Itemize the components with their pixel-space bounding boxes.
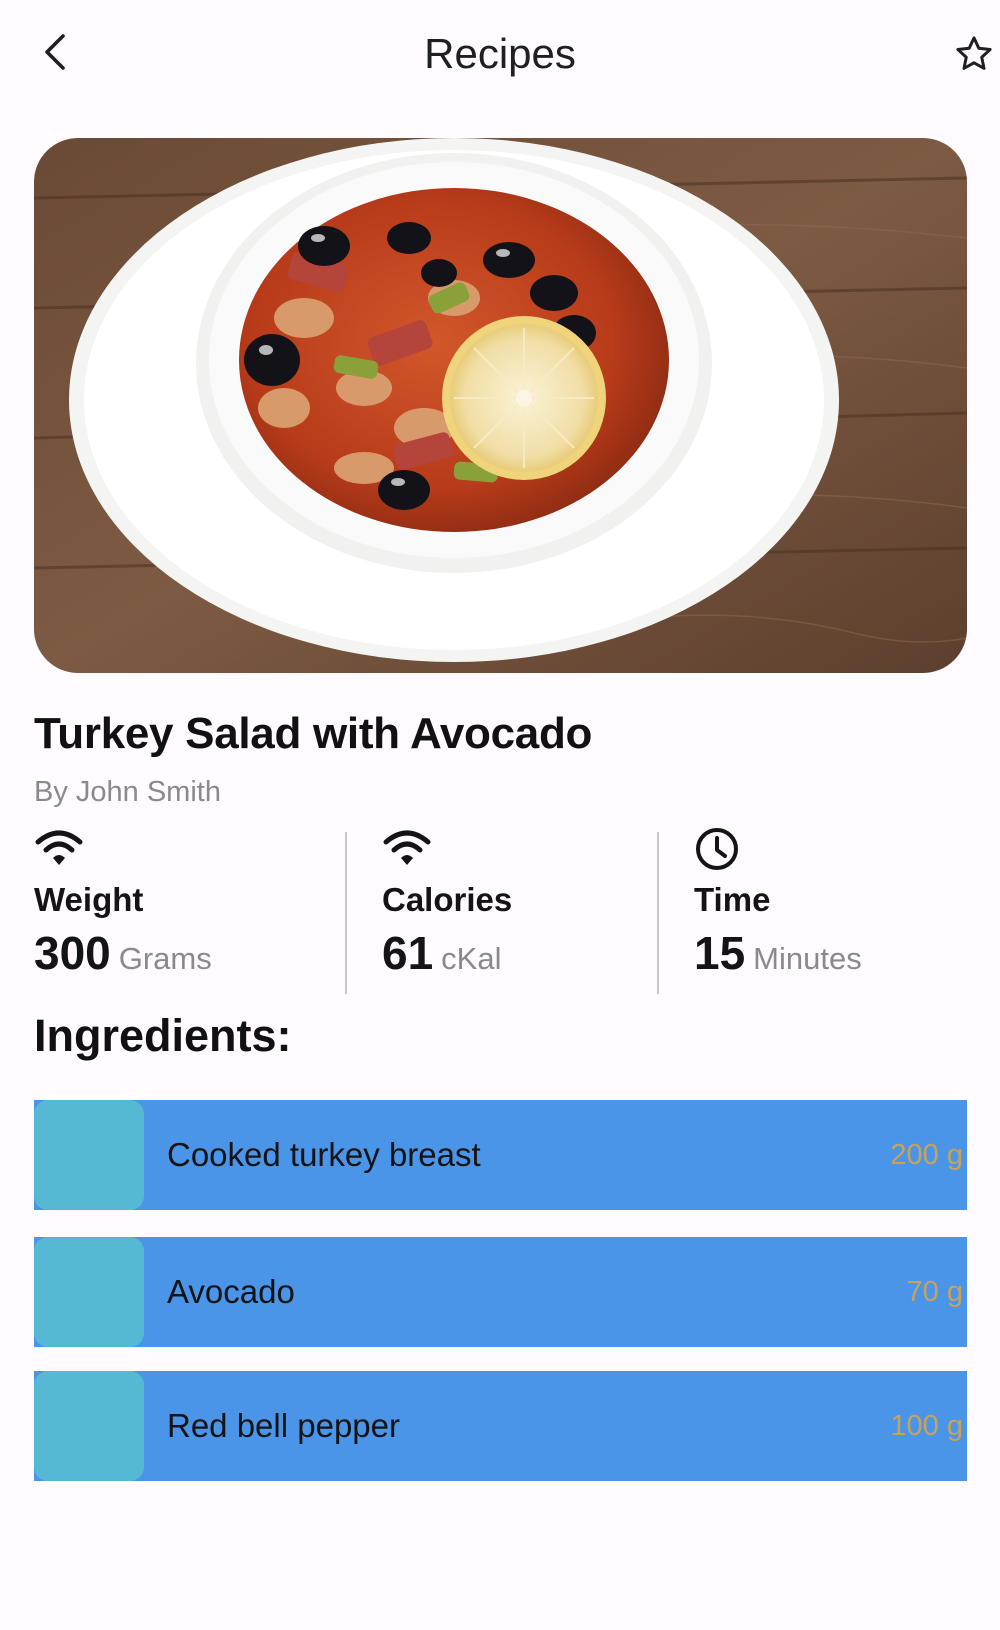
stat-calories: Calories 61 cKal bbox=[382, 826, 652, 994]
stat-value: 15 bbox=[694, 927, 746, 979]
recipe-photo bbox=[34, 138, 967, 673]
ingredient-quantity: 100 g bbox=[890, 1410, 963, 1442]
stat-label: Calories bbox=[382, 881, 513, 918]
stat-unit: cKal bbox=[441, 941, 502, 976]
ingredient-quantity: 200 g bbox=[890, 1139, 963, 1171]
stat-divider bbox=[657, 832, 659, 994]
page-title: Recipes bbox=[424, 30, 576, 77]
ingredient-thumbnail bbox=[34, 1100, 144, 1210]
ingredient-name: Avocado bbox=[167, 1273, 295, 1310]
ingredients-heading: Ingredients: bbox=[34, 1010, 292, 1061]
ingredient-name: Red bell pepper bbox=[167, 1407, 400, 1444]
ingredient-item[interactable]: Red bell pepper 100 g bbox=[34, 1371, 967, 1481]
ingredient-item[interactable]: Avocado 70 g bbox=[34, 1237, 967, 1347]
ingredient-quantity: 70 g bbox=[906, 1276, 963, 1308]
stat-time: Time 15 Minutes bbox=[694, 826, 964, 994]
recipe-author: By John Smith bbox=[34, 776, 221, 808]
clock-icon bbox=[696, 828, 738, 870]
ingredient-name: Cooked turkey breast bbox=[167, 1136, 481, 1173]
stat-label: Weight bbox=[34, 881, 144, 918]
top-app-bar: Recipes bbox=[0, 0, 1000, 110]
stat-value: 61 bbox=[382, 927, 434, 979]
star-outline-icon bbox=[956, 36, 992, 70]
stat-unit: Grams bbox=[118, 941, 212, 976]
stat-value: 300 bbox=[34, 927, 111, 979]
stat-unit: Minutes bbox=[753, 941, 862, 976]
ingredient-item[interactable]: Cooked turkey breast 200 g bbox=[34, 1100, 967, 1210]
ingredient-thumbnail bbox=[34, 1371, 144, 1481]
recipe-stats: Weight 300 Grams Calories 61 cKal Time 15 M… bbox=[34, 826, 967, 994]
wifi-icon bbox=[383, 830, 431, 865]
stat-weight: Weight 300 Grams bbox=[34, 826, 324, 994]
stat-label: Time bbox=[694, 881, 771, 918]
favorite-button[interactable] bbox=[950, 30, 998, 78]
wifi-icon bbox=[35, 830, 83, 865]
ingredient-thumbnail bbox=[34, 1237, 144, 1347]
stat-divider bbox=[345, 832, 347, 994]
recipe-title: Turkey Salad with Avocado bbox=[34, 709, 593, 758]
